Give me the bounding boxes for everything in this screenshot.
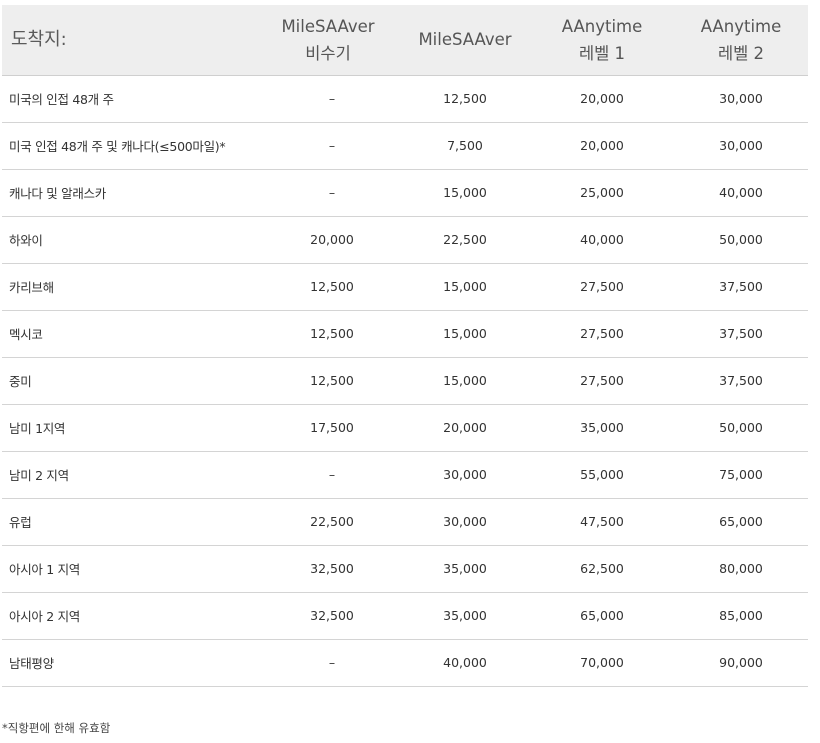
milesaaver-offpeak-cell: – — [256, 122, 400, 170]
aanytime-level1-cell: 20,000 — [530, 75, 674, 123]
header-destination: 도착지: — [2, 5, 256, 76]
table-row: 미국의 인접 48개 주 – 12,500 20,000 30,000 — [2, 75, 808, 123]
destination-cell: 중미 — [2, 357, 256, 405]
destination-cell: 캐나다 및 알래스카 — [2, 169, 256, 217]
aanytime-level2-cell: 37,500 — [674, 310, 808, 358]
aanytime-level1-cell: 25,000 — [530, 169, 674, 217]
header-aanytime-level2-line1: AAnytime — [700, 16, 782, 36]
header-milesaaver-offpeak-line2: 비수기 — [305, 43, 351, 63]
aanytime-level1-cell: 70,000 — [530, 639, 674, 687]
milesaaver-offpeak-cell: 32,500 — [256, 545, 400, 593]
aanytime-level2-cell: 85,000 — [674, 592, 808, 640]
aanytime-level1-cell: 20,000 — [530, 122, 674, 170]
table-row: 남미 1지역 17,500 20,000 35,000 50,000 — [2, 404, 808, 452]
destination-cell: 카리브해 — [2, 263, 256, 311]
destination-cell: 남미 1지역 — [2, 404, 256, 452]
aanytime-level1-cell: 62,500 — [530, 545, 674, 593]
aanytime-level1-cell: 35,000 — [530, 404, 674, 452]
table-row: 아시아 1 지역 32,500 35,000 62,500 80,000 — [2, 545, 808, 593]
aanytime-level1-cell: 55,000 — [530, 451, 674, 499]
aanytime-level2-cell: 37,500 — [674, 263, 808, 311]
destination-cell: 유럽 — [2, 498, 256, 546]
milesaaver-offpeak-cell: 32,500 — [256, 592, 400, 640]
milesaaver-offpeak-cell: – — [256, 639, 400, 687]
table-row: 아시아 2 지역 32,500 35,000 65,000 85,000 — [2, 592, 808, 640]
header-milesaaver: MileSAAver — [400, 5, 530, 76]
table-row: 캐나다 및 알래스카 – 15,000 25,000 40,000 — [2, 169, 808, 217]
destination-cell: 미국의 인접 48개 주 — [2, 75, 256, 123]
destination-cell: 남태평양 — [2, 639, 256, 687]
header-aanytime-level2-line2: 레벨 2 — [717, 43, 765, 63]
aanytime-level2-cell: 90,000 — [674, 639, 808, 687]
milesaaver-offpeak-cell: – — [256, 169, 400, 217]
milesaaver-cell: 35,000 — [400, 545, 530, 593]
destination-cell: 남미 2 지역 — [2, 451, 256, 499]
aanytime-level2-cell: 50,000 — [674, 404, 808, 452]
aanytime-level1-cell: 40,000 — [530, 216, 674, 264]
table-row: 멕시코 12,500 15,000 27,500 37,500 — [2, 310, 808, 358]
aanytime-level2-cell: 30,000 — [674, 75, 808, 123]
aanytime-level2-cell: 40,000 — [674, 169, 808, 217]
aanytime-level1-cell: 47,500 — [530, 498, 674, 546]
milesaaver-cell: 12,500 — [400, 75, 530, 123]
table-row: 하와이 20,000 22,500 40,000 50,000 — [2, 216, 808, 264]
header-aanytime-level1-line2: 레벨 1 — [578, 43, 626, 63]
header-aanytime-level1: AAnytime 레벨 1 — [530, 5, 674, 76]
aanytime-level2-cell: 75,000 — [674, 451, 808, 499]
aanytime-level2-cell: 65,000 — [674, 498, 808, 546]
milesaaver-offpeak-cell: 17,500 — [256, 404, 400, 452]
table-row: 남태평양 – 40,000 70,000 90,000 — [2, 639, 808, 687]
milesaaver-cell: 15,000 — [400, 357, 530, 405]
milesaaver-offpeak-cell: 12,500 — [256, 263, 400, 311]
milesaaver-offpeak-cell: 20,000 — [256, 216, 400, 264]
milesaaver-offpeak-cell: 12,500 — [256, 310, 400, 358]
milesaaver-cell: 15,000 — [400, 169, 530, 217]
destination-cell: 미국 인접 48개 주 및 캐나다(≤500마일)* — [2, 122, 256, 170]
aanytime-level1-cell: 27,500 — [530, 310, 674, 358]
header-milesaaver-offpeak: MileSAAver 비수기 — [256, 5, 400, 76]
table-row: 중미 12,500 15,000 27,500 37,500 — [2, 357, 808, 405]
header-aanytime-level1-line1: AAnytime — [561, 16, 643, 36]
destination-cell: 하와이 — [2, 216, 256, 264]
award-chart-table: 도착지: MileSAAver 비수기 MileSAAver AAnytime … — [2, 5, 808, 687]
destination-cell: 아시아 1 지역 — [2, 545, 256, 593]
aanytime-level2-cell: 50,000 — [674, 216, 808, 264]
table-row: 카리브해 12,500 15,000 27,500 37,500 — [2, 263, 808, 311]
milesaaver-offpeak-cell: 12,500 — [256, 357, 400, 405]
table-row: 유럽 22,500 30,000 47,500 65,000 — [2, 498, 808, 546]
milesaaver-cell: 40,000 — [400, 639, 530, 687]
table-header-row: 도착지: MileSAAver 비수기 MileSAAver AAnytime … — [2, 5, 808, 76]
table-row: 남미 2 지역 – 30,000 55,000 75,000 — [2, 451, 808, 499]
footnote: *직항편에 한해 유효함 — [2, 721, 111, 735]
milesaaver-cell: 35,000 — [400, 592, 530, 640]
table-row: 미국 인접 48개 주 및 캐나다(≤500마일)* – 7,500 20,00… — [2, 122, 808, 170]
destination-cell: 멕시코 — [2, 310, 256, 358]
milesaaver-cell: 30,000 — [400, 451, 530, 499]
aanytime-level1-cell: 27,500 — [530, 357, 674, 405]
milesaaver-cell: 20,000 — [400, 404, 530, 452]
aanytime-level1-cell: 27,500 — [530, 263, 674, 311]
header-milesaaver-offpeak-line1: MileSAAver — [281, 16, 375, 36]
aanytime-level1-cell: 65,000 — [530, 592, 674, 640]
milesaaver-cell: 30,000 — [400, 498, 530, 546]
milesaaver-offpeak-cell: – — [256, 451, 400, 499]
milesaaver-offpeak-cell: 22,500 — [256, 498, 400, 546]
milesaaver-cell: 7,500 — [400, 122, 530, 170]
aanytime-level2-cell: 80,000 — [674, 545, 808, 593]
milesaaver-cell: 15,000 — [400, 263, 530, 311]
aanytime-level2-cell: 37,500 — [674, 357, 808, 405]
milesaaver-cell: 22,500 — [400, 216, 530, 264]
milesaaver-cell: 15,000 — [400, 310, 530, 358]
aanytime-level2-cell: 30,000 — [674, 122, 808, 170]
milesaaver-offpeak-cell: – — [256, 75, 400, 123]
header-aanytime-level2: AAnytime 레벨 2 — [674, 5, 808, 76]
destination-cell: 아시아 2 지역 — [2, 592, 256, 640]
